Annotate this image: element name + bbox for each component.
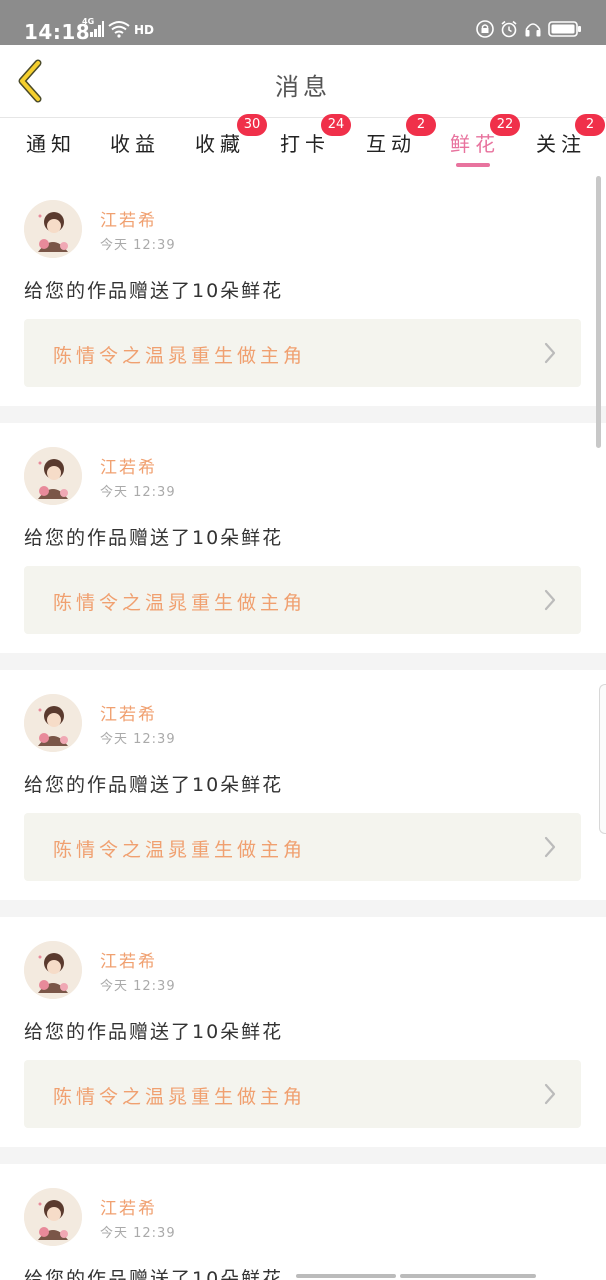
avatar[interactable] bbox=[24, 694, 82, 752]
sender-name[interactable]: 江若希 bbox=[100, 453, 157, 478]
message-text: 给您的作品赠送了10朵鲜花 bbox=[24, 774, 284, 796]
message-text: 给您的作品赠送了10朵鲜花 bbox=[24, 1268, 284, 1280]
sender-name[interactable]: 江若希 bbox=[100, 206, 157, 231]
chevron-right-icon bbox=[544, 836, 556, 858]
lock-icon bbox=[476, 20, 494, 38]
tab-checkin[interactable]: 打卡 bbox=[280, 128, 330, 157]
message-card: 江若希 今天 12:39 给您的作品赠送了10朵鲜花 陈情令之温晁重生做主角 bbox=[0, 176, 606, 406]
tab-notifications[interactable]: 通知 bbox=[26, 128, 76, 157]
wifi-icon bbox=[108, 20, 130, 38]
message-time: 今天 12:39 bbox=[100, 732, 176, 747]
work-link[interactable]: 陈情令之温晁重生做主角 bbox=[24, 813, 581, 881]
avatar[interactable] bbox=[24, 200, 82, 258]
badge-follows: 2 bbox=[575, 114, 605, 136]
message-card: 江若希 今天 12:39 给您的作品赠送了10朵鲜花 bbox=[0, 1164, 606, 1280]
tab-earnings[interactable]: 收益 bbox=[110, 128, 160, 157]
work-link[interactable]: 陈情令之温晁重生做主角 bbox=[24, 1060, 581, 1128]
work-title: 陈情令之温晁重生做主角 bbox=[53, 345, 307, 367]
avatar[interactable] bbox=[24, 941, 82, 999]
message-time: 今天 12:39 bbox=[100, 485, 176, 500]
active-tab-indicator bbox=[456, 163, 490, 167]
home-indicator[interactable] bbox=[400, 1274, 536, 1278]
alarm-icon bbox=[500, 20, 518, 38]
page-title: 消息 bbox=[275, 73, 331, 101]
badge-favorites: 30 bbox=[237, 114, 267, 136]
message-card: 江若希 今天 12:39 给您的作品赠送了10朵鲜花 陈情令之温晁重生做主角 bbox=[0, 917, 606, 1147]
message-text: 给您的作品赠送了10朵鲜花 bbox=[24, 1021, 284, 1043]
hd-label: HD bbox=[134, 23, 155, 37]
status-left-icons: 4G HD bbox=[82, 17, 154, 38]
badge-checkin: 24 bbox=[321, 114, 351, 136]
sender-name[interactable]: 江若希 bbox=[100, 700, 157, 725]
message-time: 今天 12:39 bbox=[100, 979, 176, 994]
sender-name[interactable]: 江若希 bbox=[100, 947, 157, 972]
message-text: 给您的作品赠送了10朵鲜花 bbox=[24, 527, 284, 549]
message-time: 今天 12:39 bbox=[100, 238, 176, 253]
scrollbar-thumb[interactable] bbox=[596, 176, 601, 448]
work-title: 陈情令之温晁重生做主角 bbox=[53, 1086, 307, 1108]
message-card: 江若希 今天 12:39 给您的作品赠送了10朵鲜花 陈情令之温晁重生做主角 bbox=[0, 423, 606, 653]
message-text: 给您的作品赠送了10朵鲜花 bbox=[24, 280, 284, 302]
badge-interaction: 2 bbox=[406, 114, 436, 136]
work-link[interactable]: 陈情令之温晁重生做主角 bbox=[24, 566, 581, 634]
sender-name[interactable]: 江若希 bbox=[100, 1194, 157, 1219]
avatar[interactable] bbox=[24, 1188, 82, 1246]
status-bar: 14:18 4G HD bbox=[0, 0, 606, 45]
message-card: 江若希 今天 12:39 给您的作品赠送了10朵鲜花 陈情令之温晁重生做主角 bbox=[0, 670, 606, 900]
badge-flowers: 22 bbox=[490, 114, 520, 136]
work-title: 陈情令之温晁重生做主角 bbox=[53, 839, 307, 861]
signal-icon: 4G bbox=[82, 17, 104, 38]
work-link[interactable]: 陈情令之温晁重生做主角 bbox=[24, 319, 581, 387]
headphones-icon bbox=[524, 20, 542, 38]
home-indicator[interactable] bbox=[296, 1274, 396, 1278]
edge-panel-handle[interactable] bbox=[599, 684, 606, 834]
status-time: 14:18 bbox=[24, 20, 91, 44]
battery-icon bbox=[548, 20, 582, 38]
chevron-right-icon bbox=[544, 342, 556, 364]
message-time: 今天 12:39 bbox=[100, 1226, 176, 1241]
header: 消息 bbox=[0, 45, 606, 118]
tab-favorites[interactable]: 收藏 bbox=[195, 128, 245, 157]
status-right-icons bbox=[476, 20, 582, 38]
chevron-right-icon bbox=[544, 1083, 556, 1105]
work-title: 陈情令之温晁重生做主角 bbox=[53, 592, 307, 614]
chevron-right-icon bbox=[544, 589, 556, 611]
hd-icon: HD bbox=[134, 20, 154, 38]
avatar[interactable] bbox=[24, 447, 82, 505]
